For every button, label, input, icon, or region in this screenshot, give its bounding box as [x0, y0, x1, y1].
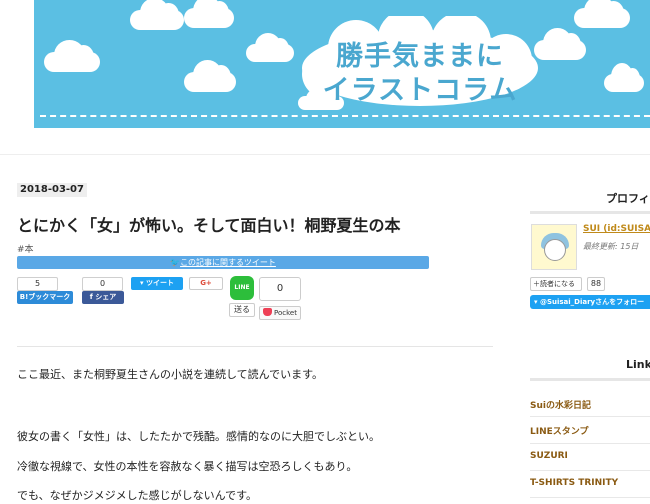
links-heading: Link	[626, 358, 650, 371]
facebook-count: 0	[82, 277, 123, 291]
twitter-tweet-button[interactable]: ▾ ツイート	[131, 277, 183, 290]
avatar[interactable]	[531, 224, 577, 270]
profile-heading: プロフィ	[606, 192, 650, 205]
cloud-decoration	[184, 60, 236, 92]
google-plus-button[interactable]: G+	[189, 277, 223, 290]
related-tweets-bar[interactable]: 🐦この記事に関するツイート	[17, 256, 429, 269]
cloud-decoration	[44, 40, 100, 72]
sidebar-link-line-stamp[interactable]: LINEスタンプ	[530, 424, 589, 437]
subscribe-button[interactable]: ＋読者になる	[530, 277, 582, 291]
hatena-count: 5	[17, 277, 58, 291]
cloud-decoration	[574, 0, 630, 28]
link-divider	[530, 470, 650, 471]
sidebar-link-suzuri[interactable]: SUZURI	[530, 451, 568, 461]
links-heading-rule	[530, 378, 650, 381]
pocket-icon	[263, 308, 272, 316]
article-divider	[17, 346, 493, 347]
post-date[interactable]: 2018-03-07	[17, 183, 87, 197]
line-icon[interactable]: LINE	[230, 276, 254, 300]
hatena-bookmark-button[interactable]: B!ブックマーク	[17, 291, 73, 304]
cloud-decoration	[184, 0, 234, 28]
pocket-label: Pocket	[274, 309, 297, 317]
dashed-border	[40, 115, 650, 117]
related-tweets-link[interactable]: この記事に関するツイート	[180, 258, 276, 267]
line-send-button[interactable]: 送る	[229, 303, 255, 317]
cloud-decoration	[130, 0, 184, 30]
twitter-bird-icon: 🐦	[170, 258, 181, 267]
cloud-decoration	[604, 63, 644, 92]
body-paragraph: でも、なぜかジメジメした感じがしないんです。	[17, 489, 258, 502]
header-divider	[0, 154, 650, 155]
avatar-face	[544, 239, 566, 261]
pocket-button[interactable]: Pocket	[259, 306, 301, 320]
body-paragraph: 彼女の書く「女性」は、したたかで残酷。感情的なのに大胆でしぶとい。	[17, 430, 380, 443]
subscriber-count: 88	[587, 277, 605, 291]
twitter-follow-button[interactable]: ▾ @Suisai_Diaryさんをフォロー	[530, 295, 650, 309]
plus-icon: ＋	[533, 280, 540, 288]
body-paragraph: 冷徹な視線で、女性の本性を容赦なく暴く描写は空恐ろしくもあり。	[17, 460, 358, 473]
category-tag[interactable]: #本	[17, 242, 34, 255]
link-divider	[530, 443, 650, 444]
sidebar-link-tshirts-trinity[interactable]: T-SHIRTS TRINITY	[530, 478, 618, 488]
subscribe-label: 読者になる	[540, 280, 575, 288]
tweet-label: ツイート	[145, 279, 174, 287]
title-cloud: 勝手気ままに イラストコラム	[296, 10, 544, 110]
body-paragraph: ここ最近、また桐野夏生さんの小説を連続して読んでいます。	[17, 368, 324, 381]
last-updated: 最終更新: 15日	[583, 242, 639, 251]
profile-user-link[interactable]: SUI (id:SUISA	[583, 224, 650, 234]
sidebar-link-watercolor-diary[interactable]: Suiの水彩日記	[530, 398, 591, 411]
link-divider	[530, 497, 650, 498]
cloud-decoration	[246, 33, 294, 62]
post-title[interactable]: とにかく「女」が怖い。そして面白い！桐野夏生の本	[17, 212, 401, 236]
facebook-share-label: シェア	[95, 293, 117, 301]
pocket-count: 0	[259, 277, 301, 301]
profile-heading-rule	[530, 211, 650, 214]
header-banner[interactable]: 勝手気ままに イラストコラム	[34, 0, 650, 128]
link-divider	[530, 416, 650, 417]
facebook-share-button[interactable]: f シェア	[82, 291, 124, 304]
blog-title-line2: イラストコラム	[322, 75, 518, 106]
follow-label: @Suisai_Diaryさんをフォロー	[539, 298, 645, 306]
